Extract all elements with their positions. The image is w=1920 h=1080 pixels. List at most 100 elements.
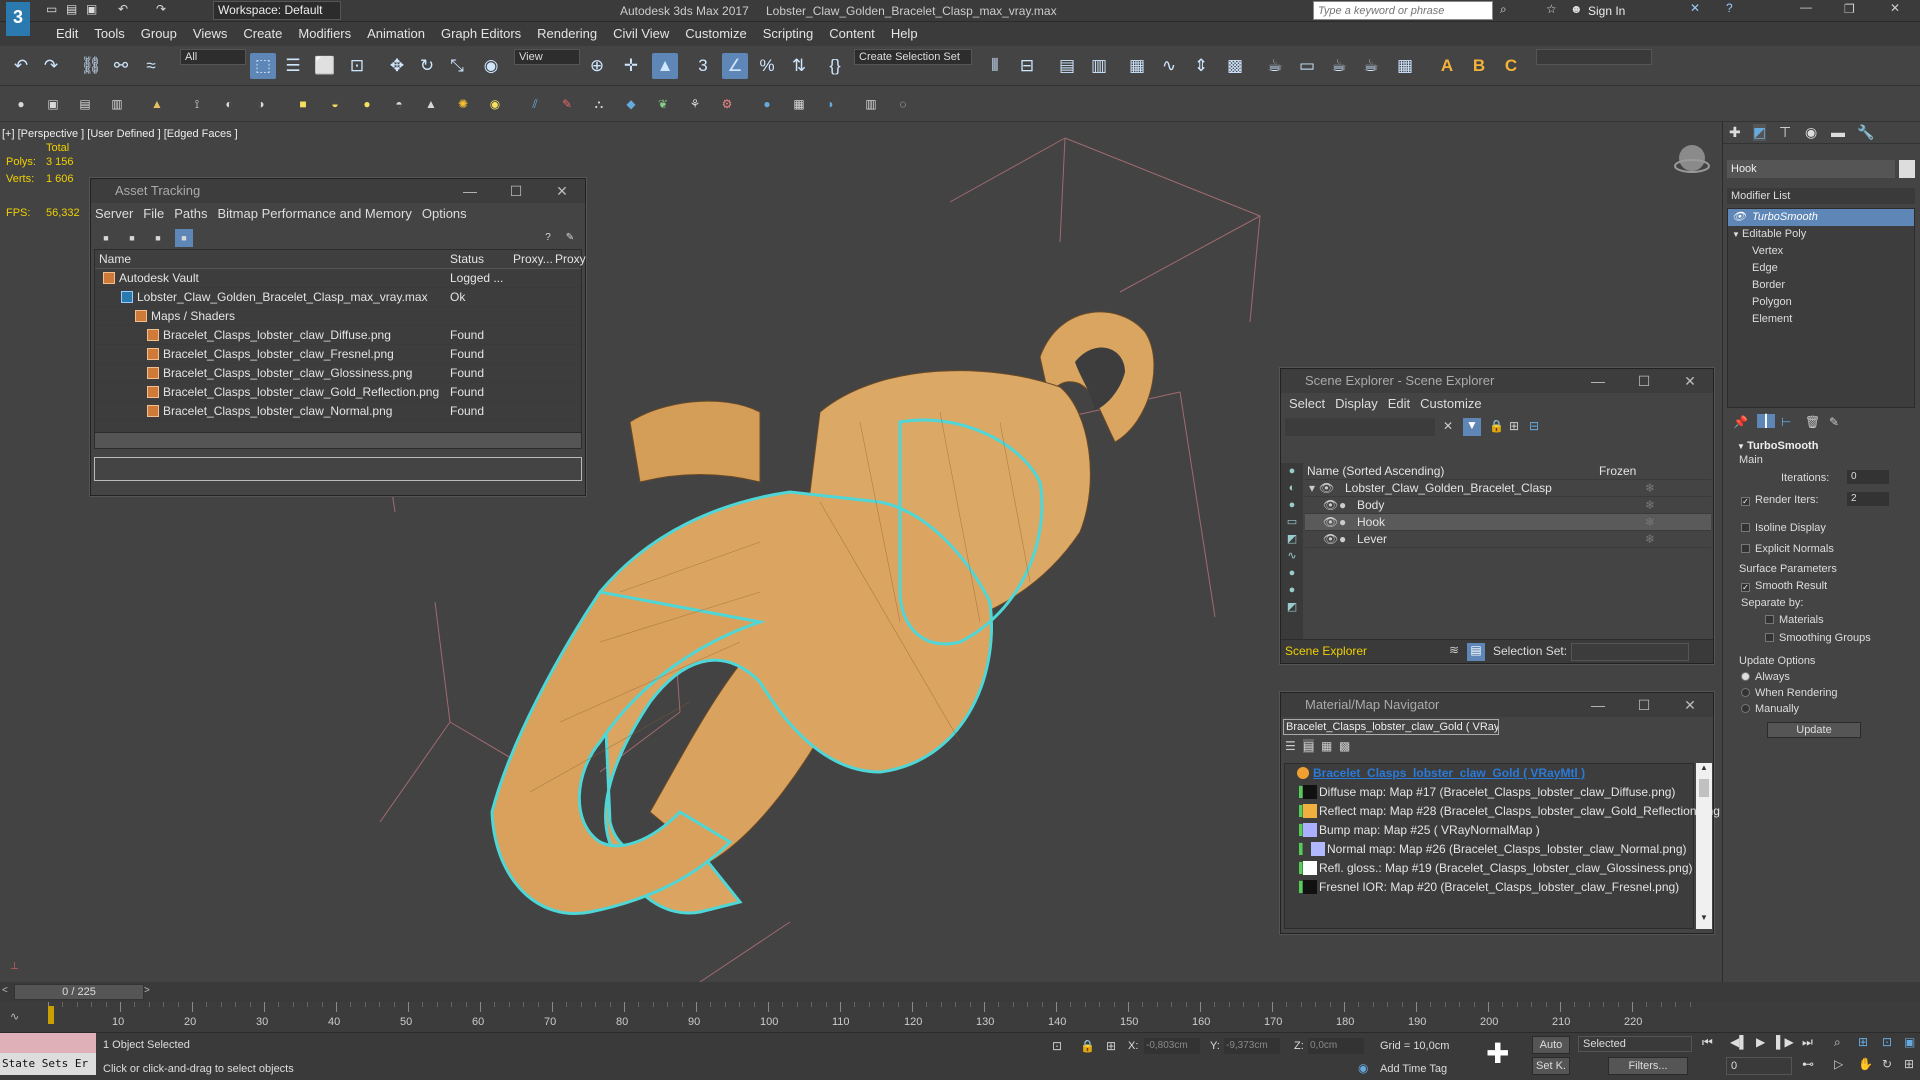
time-tag-icon[interactable]: ◉: [1358, 1061, 1368, 1075]
modifier-stack-item[interactable]: Polygon: [1728, 294, 1914, 311]
asset-row[interactable]: Lobster_Claw_Golden_Bracelet_Clasp_max_v…: [95, 288, 581, 307]
track-bar[interactable]: ∿ 10 20 30 40 50 60 70 80 90 100 110 120 130 140 150 16…: [0, 1002, 1920, 1032]
select-by-name-icon[interactable]: ☰: [280, 53, 306, 79]
redo-icon[interactable]: ↷: [38, 53, 64, 79]
layer-explorer-icon[interactable]: ▥: [1086, 53, 1112, 79]
auto-key-button[interactable]: Auto: [1532, 1036, 1570, 1054]
link-icon[interactable]: ⛓: [78, 53, 104, 79]
menu-rendering[interactable]: Rendering: [529, 22, 605, 46]
binoculars-icon[interactable]: ⌕: [1500, 2, 1507, 17]
set-key-button[interactable]: Set K.: [1532, 1057, 1570, 1075]
isoline-display-checkbox[interactable]: Isoline Display: [1741, 522, 1826, 534]
show-end-result-icon[interactable]: ┃: [1757, 414, 1775, 428]
modifier-list-dropdown[interactable]: Modifier List: [1727, 188, 1915, 204]
selection-set-dropdown[interactable]: [1571, 643, 1689, 661]
configure-modifier-sets-icon[interactable]: ✎: [1829, 415, 1839, 429]
previous-frame-icon[interactable]: ◀▌: [1730, 1035, 1748, 1049]
toolbar-icon-8[interactable]: ◑: [252, 95, 270, 113]
col-proxy-header[interactable]: Proxy...: [513, 250, 553, 269]
eye-icon[interactable]: 👁: [1323, 514, 1338, 531]
time-slider[interactable]: < 0 / 225 >: [0, 982, 1920, 1002]
help-icon[interactable]: ?: [1726, 1, 1733, 15]
toolbar-icon[interactable]: ■: [175, 229, 193, 247]
new-file-icon[interactable]: ▭: [46, 2, 57, 16]
menu-tools[interactable]: Tools: [86, 22, 132, 46]
col-name-sorted[interactable]: Name (Sorted Ascending): [1307, 463, 1444, 480]
scene-menu-customize[interactable]: Customize: [1420, 396, 1481, 411]
eye-icon[interactable]: 👁: [1319, 480, 1334, 497]
sun-icon[interactable]: ✺: [454, 95, 472, 113]
toolbar-icon[interactable]: ■: [123, 229, 141, 247]
manually-radio[interactable]: Manually: [1741, 703, 1799, 715]
toolbar-icon-14[interactable]: ⚘: [686, 95, 704, 113]
redo-icon[interactable]: ↷: [156, 2, 166, 16]
display-tab-icon[interactable]: ▬: [1831, 124, 1845, 140]
star-icon[interactable]: ☆: [1546, 2, 1557, 16]
schematic-view-icon[interactable]: ⇕: [1188, 53, 1214, 79]
align-icon[interactable]: ⊟: [1014, 53, 1040, 79]
col-frozen[interactable]: Frozen: [1599, 463, 1636, 480]
render-iterative-icon[interactable]: ☕: [1358, 53, 1384, 79]
key-filter-dropdown[interactable]: Selected: [1578, 1036, 1692, 1052]
toolbar-icon-11[interactable]: ⛬: [590, 95, 608, 113]
maximize-icon[interactable]: ☐: [493, 179, 539, 203]
menu-modifiers[interactable]: Modifiers: [290, 22, 359, 46]
toolbar-icon-4[interactable]: ▥: [108, 95, 126, 113]
zoom-all-icon[interactable]: ⊞: [1858, 1035, 1868, 1049]
light-icon-4[interactable]: ◓: [390, 95, 408, 113]
material-root-name[interactable]: Bracelet_Clasps_lobster_claw_Gold ( VRay…: [1313, 764, 1585, 783]
search-input[interactable]: [1313, 1, 1493, 20]
save-file-icon[interactable]: ▣: [86, 2, 97, 16]
edit-named-selection-icon[interactable]: {}: [822, 53, 848, 79]
asset-path-field[interactable]: [94, 457, 582, 481]
toolbar-icon-15[interactable]: ⚙: [718, 95, 736, 113]
ribbon-toggle-icon[interactable]: ▦: [1124, 53, 1150, 79]
make-unique-icon[interactable]: ⊢: [1781, 415, 1791, 429]
menu-graph-editors[interactable]: Graph Editors: [433, 22, 529, 46]
exchange-icon[interactable]: ✕: [1690, 1, 1700, 15]
next-frame-icon[interactable]: >: [144, 985, 150, 996]
filter-icon[interactable]: ▼: [1463, 418, 1481, 436]
view-large-icons-icon[interactable]: ▩: [1339, 739, 1350, 753]
place-icon[interactable]: ◉: [478, 53, 504, 79]
pin-stack-icon[interactable]: 📌: [1733, 415, 1748, 429]
frozen-icon[interactable]: ❄: [1645, 531, 1655, 548]
material-editor-icon[interactable]: ▩: [1222, 53, 1248, 79]
view-list-icon[interactable]: ☰: [1285, 739, 1296, 753]
spinner-snap-icon[interactable]: ⇅: [786, 53, 812, 79]
restore-window-icon[interactable]: ❐: [1844, 2, 1855, 16]
toolbar-icon-6[interactable]: ⟟: [188, 95, 206, 113]
scene-search-input[interactable]: [1285, 418, 1435, 436]
go-to-end-icon[interactable]: ⏭: [1802, 1035, 1813, 1050]
scene-explorer-titlebar[interactable]: Scene Explorer - Scene Explorer — ☐ ✕: [1281, 369, 1713, 393]
maximize-viewport-icon[interactable]: ⊞: [1904, 1057, 1914, 1071]
absolute-mode-icon[interactable]: ⊞: [1106, 1039, 1116, 1053]
x-coordinate-field[interactable]: -0,803cm: [1144, 1038, 1200, 1054]
object-color-swatch[interactable]: [1899, 160, 1915, 178]
frozen-icon[interactable]: ❄: [1645, 497, 1655, 514]
material-map-row[interactable]: ▌Fresnel IOR: Map #20 (Bracelet_Clasps_l…: [1285, 878, 1693, 897]
scene-root-row[interactable]: ▾ 👁 Lobster_Claw_Golden_Bracelet_Clasp ❄: [1305, 480, 1711, 497]
toolbar-icon[interactable]: ■: [97, 229, 115, 247]
text-c-icon[interactable]: C: [1498, 53, 1524, 79]
scene-object-row[interactable]: 👁 ● Lever ❄: [1305, 531, 1711, 548]
smooth-result-checkbox[interactable]: ✓ Smooth Result: [1741, 580, 1827, 592]
explicit-normals-checkbox[interactable]: Explicit Normals: [1741, 543, 1834, 555]
menu-group[interactable]: Group: [133, 22, 185, 46]
menu-animation[interactable]: Animation: [359, 22, 433, 46]
close-icon[interactable]: ✕: [539, 179, 585, 203]
help-icon[interactable]: ?: [539, 229, 557, 247]
menu-scripting[interactable]: Scripting: [755, 22, 822, 46]
asset-menu-paths[interactable]: Paths: [174, 206, 207, 221]
col-name-header[interactable]: Name: [99, 250, 131, 269]
key-mode-toggle-icon[interactable]: ⊷: [1802, 1057, 1814, 1071]
app-logo-icon[interactable]: 3: [6, 2, 30, 36]
light-icon-2[interactable]: ◒: [326, 95, 344, 113]
maxscript-listener[interactable]: State Sets Er: [0, 1053, 96, 1075]
maxscript-mini-output[interactable]: [0, 1033, 96, 1053]
eye-icon[interactable]: 👁: [1323, 531, 1338, 548]
toolbar-icon-17[interactable]: ▦: [790, 95, 808, 113]
motion-tab-icon[interactable]: ◉: [1805, 124, 1817, 141]
keyboard-shortcut-override-icon[interactable]: ▲: [652, 53, 678, 79]
modifier-stack-item[interactable]: Edge: [1728, 260, 1914, 277]
